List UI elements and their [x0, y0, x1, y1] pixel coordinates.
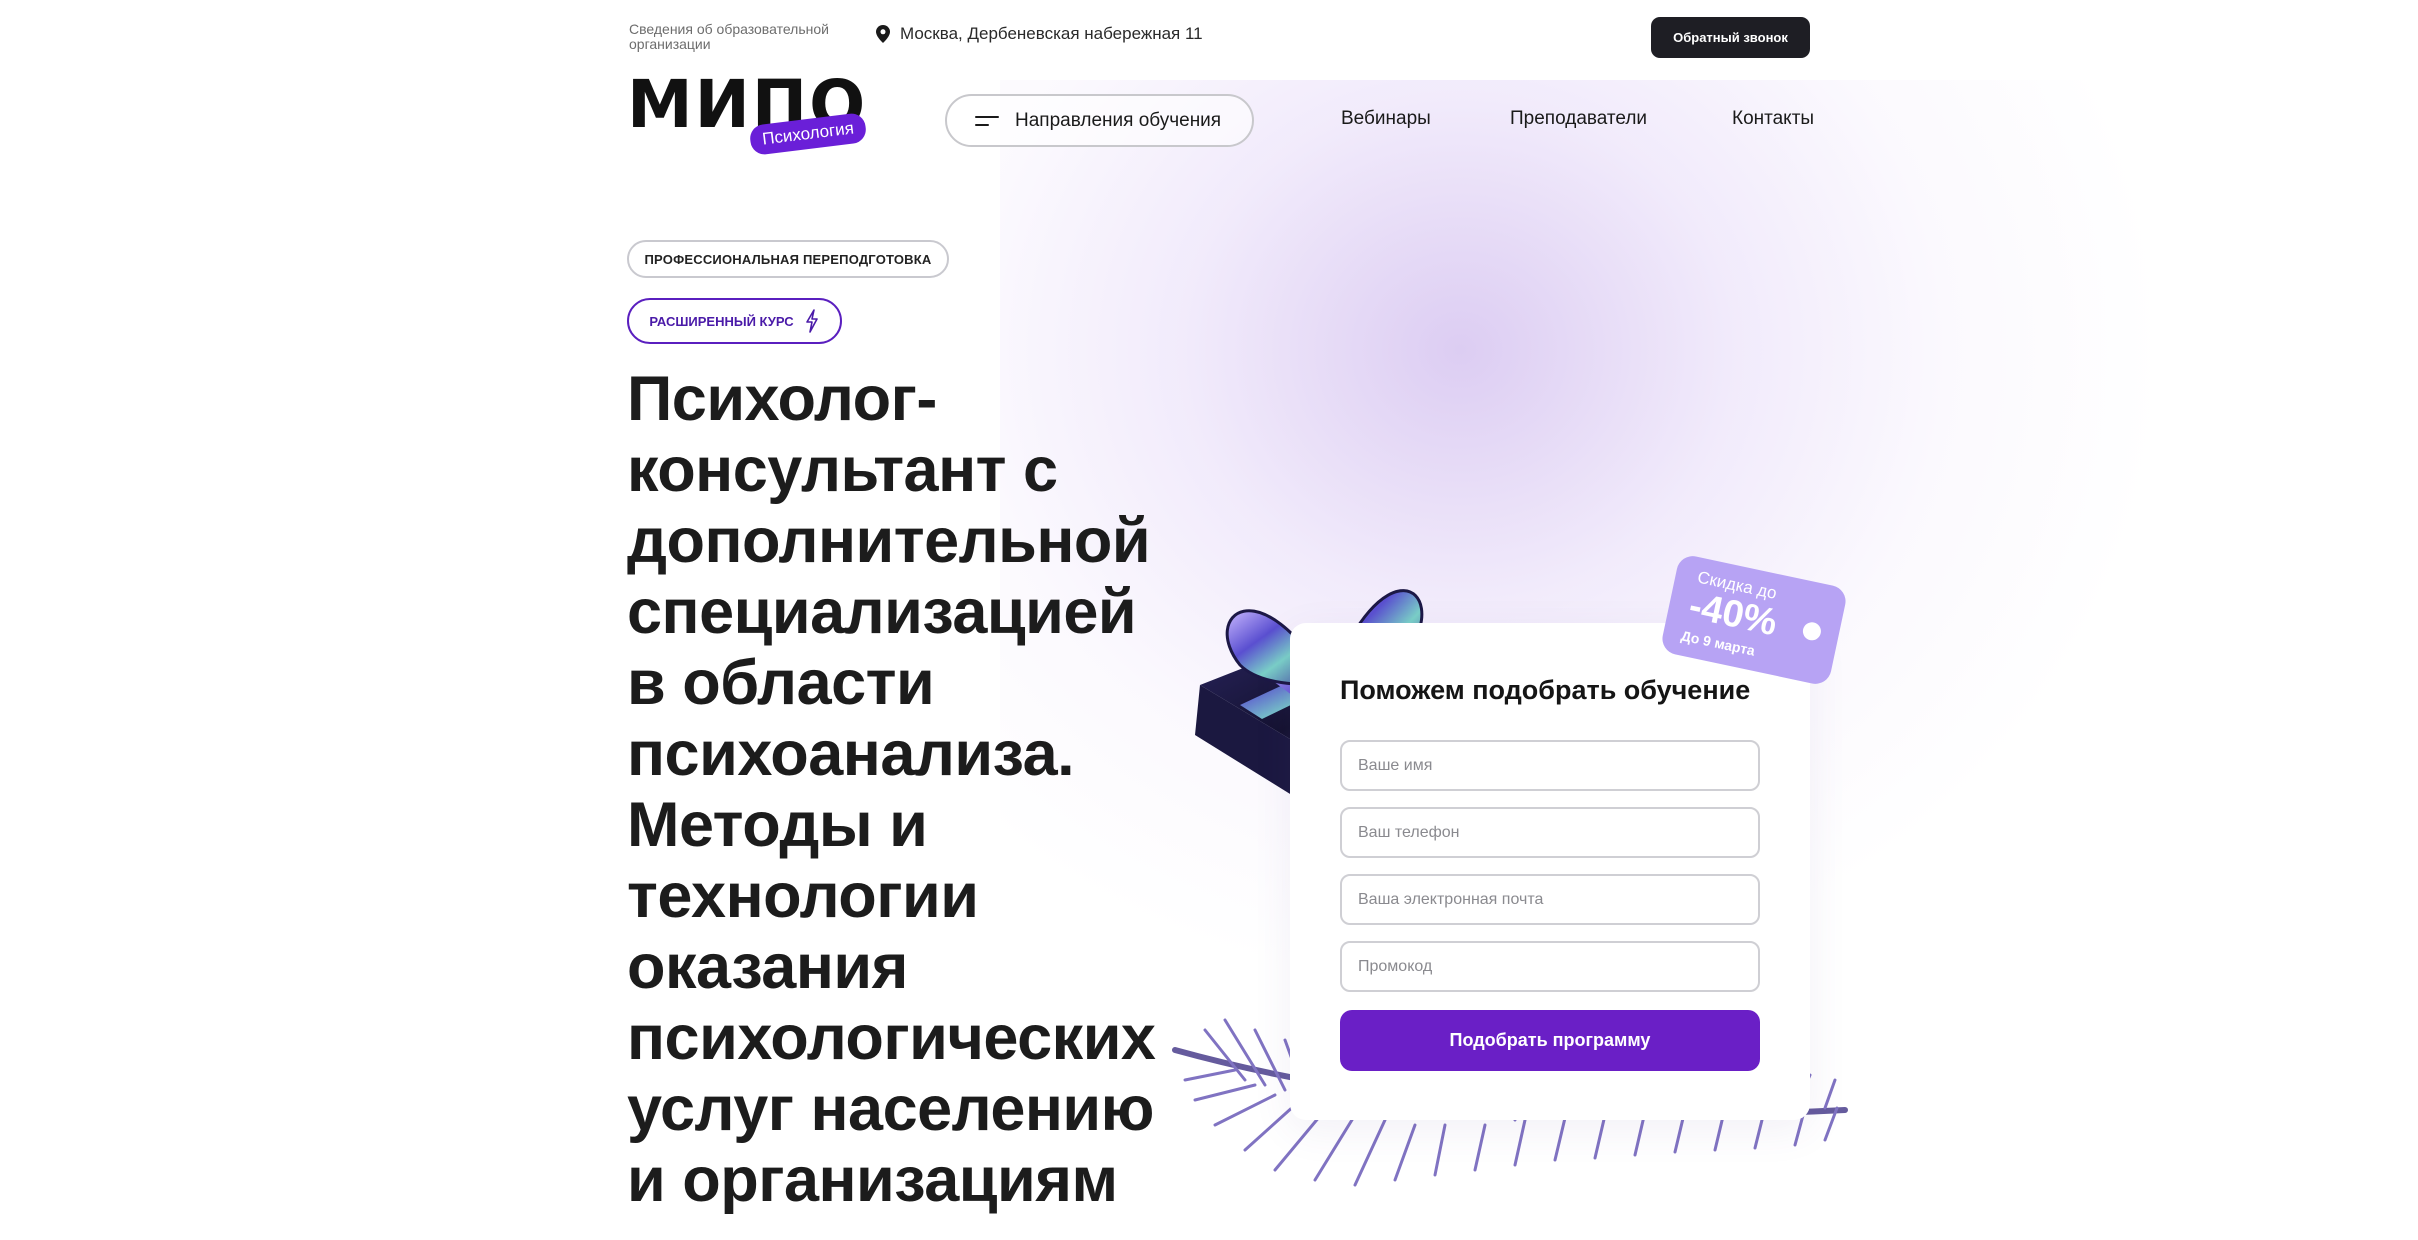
headline-line: психоанализа. [627, 719, 1075, 789]
menu-icon [975, 114, 999, 128]
page: Сведения об образовательной организации … [0, 0, 2418, 1240]
nav-link-teachers[interactable]: Преподаватели [1510, 108, 1647, 130]
directions-label: Направления обучения [1015, 109, 1222, 131]
headline-line: и организациям [627, 1145, 1118, 1215]
headline-line: технологии [627, 861, 979, 931]
headline-line: психологических [627, 1003, 1156, 1073]
headline-line: оказания [627, 932, 908, 1002]
nav-link-webinars[interactable]: Вебинары [1341, 108, 1431, 130]
address: Москва, Дербеневская набережная 11 [876, 24, 1203, 44]
lightning-icon [805, 309, 818, 333]
headline-line: в области [627, 648, 935, 718]
logo[interactable]: МИПО Психология [627, 72, 868, 162]
headline-line: Психолог- [627, 364, 937, 434]
callback-button[interactable]: Обратный звонок [1651, 17, 1810, 58]
tag-hole [1801, 620, 1823, 642]
phone-field[interactable] [1340, 807, 1760, 858]
address-text: Москва, Дербеневская набережная 11 [900, 24, 1203, 43]
headline-line: услуг населению [627, 1074, 1154, 1144]
nav-link-contacts[interactable]: Контакты [1732, 108, 1814, 130]
submit-button[interactable]: Подобрать программу [1340, 1010, 1760, 1071]
name-field[interactable] [1340, 740, 1760, 791]
email-field[interactable] [1340, 874, 1760, 925]
headline-line: специализацией [627, 577, 1137, 647]
org-info-link[interactable]: Сведения об образовательной организации [629, 22, 859, 52]
page-title: Психолог- консультант с дополнительной с… [627, 364, 1187, 1216]
lead-form: Поможем подобрать обучение Подобрать про… [1290, 623, 1810, 1120]
location-pin-icon [876, 25, 890, 43]
extended-course-label: РАСШИРЕННЫЙ КУРС [649, 313, 794, 329]
retraining-tag: ПРОФЕССИОНАЛЬНАЯ ПЕРЕПОДГОТОВКА [627, 240, 949, 278]
extended-course-tag: РАСШИРЕННЫЙ КУРС [627, 298, 842, 344]
headline-line: Методы и [627, 790, 928, 860]
headline-line: дополнительной [627, 506, 1151, 576]
promo-code-field[interactable] [1340, 941, 1760, 992]
form-title: Поможем подобрать обучение [1340, 675, 1751, 705]
directions-menu-button[interactable]: Направления обучения [945, 94, 1254, 147]
headline-line: консультант с [627, 435, 1058, 505]
